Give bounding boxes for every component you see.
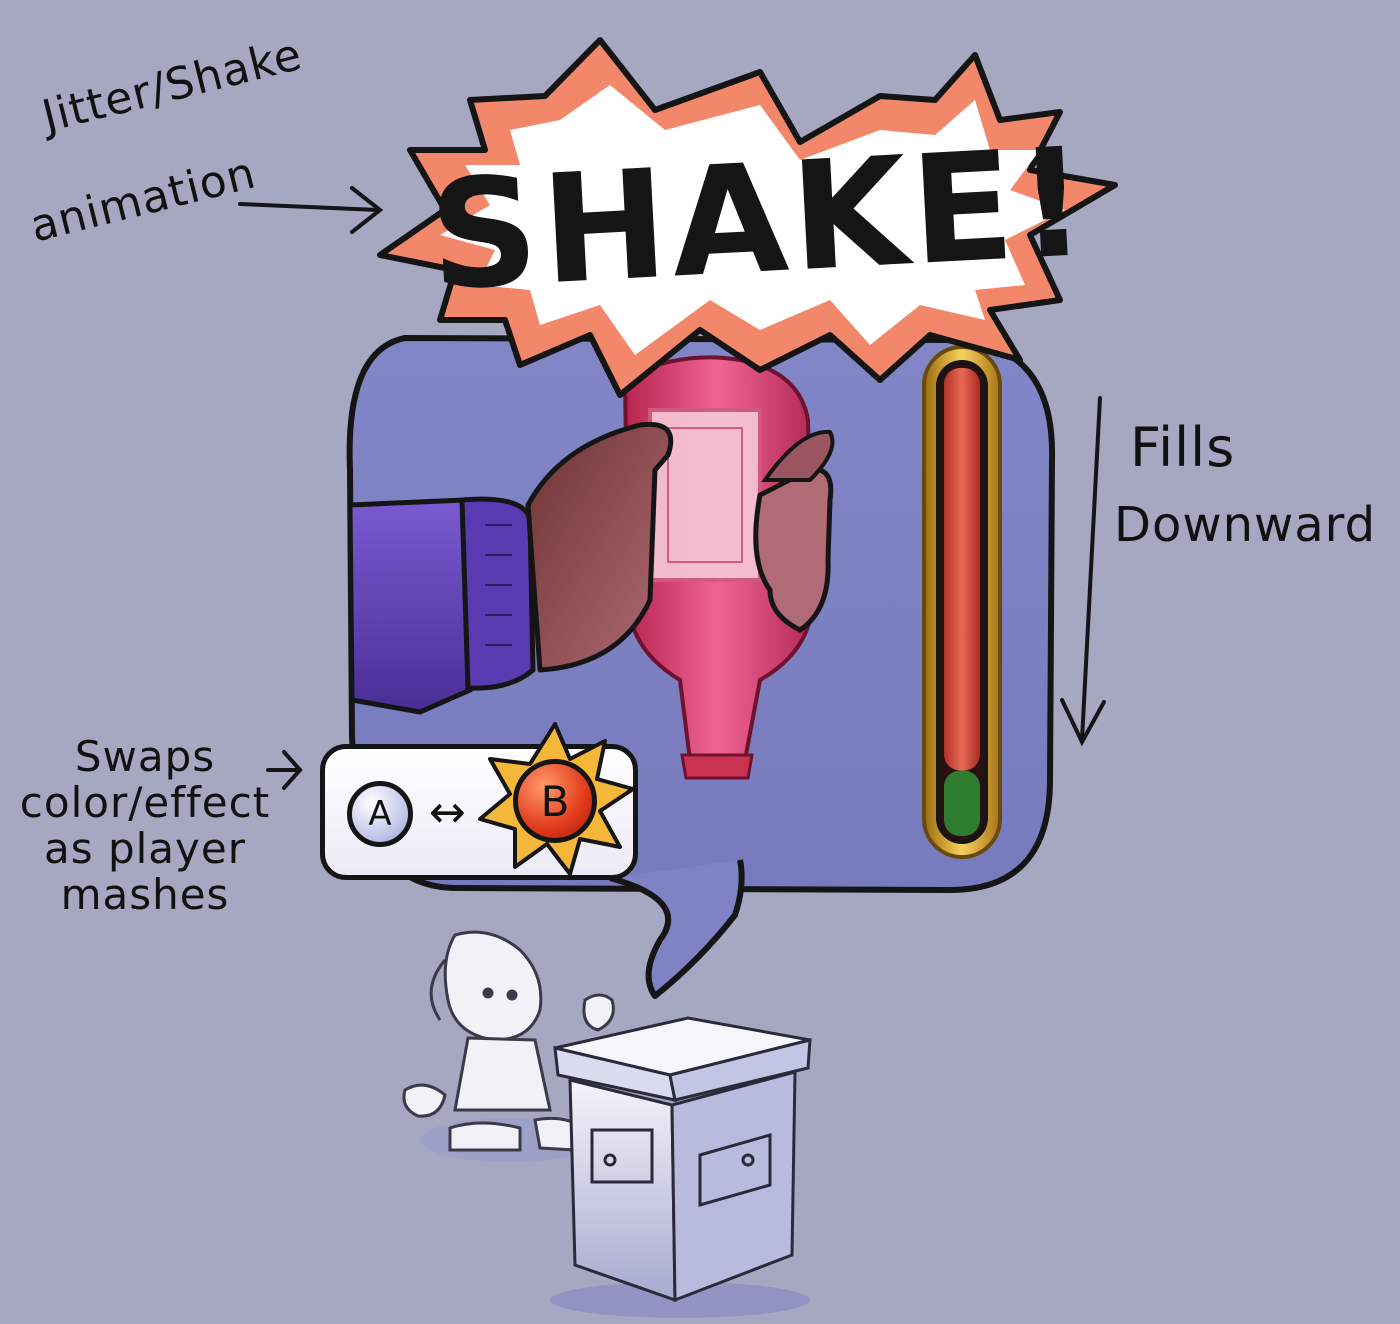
annotation-swap: Swaps color/effect as player mashes bbox=[10, 732, 280, 920]
b-button-label: B bbox=[540, 776, 570, 826]
annotation-fills-line1: Fills bbox=[1130, 416, 1236, 479]
meter-fill-green bbox=[944, 770, 980, 836]
button-prompt: A ↔ B bbox=[320, 722, 638, 880]
sleeve-icon bbox=[347, 496, 536, 715]
swap-arrow-icon: ↔ bbox=[429, 787, 466, 838]
shake-title: SHAKE! bbox=[426, 116, 1095, 324]
b-button-burst: B bbox=[475, 719, 635, 879]
annotation-swap-line1: Swaps bbox=[74, 732, 216, 781]
b-button[interactable]: B bbox=[513, 759, 597, 843]
a-button-label: A bbox=[368, 794, 392, 834]
meter-fill bbox=[944, 368, 980, 836]
meter-fill-red bbox=[944, 368, 980, 771]
a-button[interactable]: A bbox=[347, 781, 413, 847]
shake-text: SHAKE! bbox=[425, 115, 1095, 325]
speech-tail bbox=[609, 859, 745, 999]
annotation-fills-line2: Downward bbox=[1114, 497, 1377, 553]
stage: SHAKE! Jitter/Shake animation Fills Down… bbox=[0, 0, 1400, 1324]
fill-meter bbox=[922, 345, 1002, 859]
annotation-swap-line3: as player bbox=[44, 824, 246, 874]
annotation-swap-line2: color/effect bbox=[19, 778, 271, 828]
annotation-swap-line4: mashes bbox=[60, 870, 230, 920]
crate-icon bbox=[550, 1016, 812, 1318]
